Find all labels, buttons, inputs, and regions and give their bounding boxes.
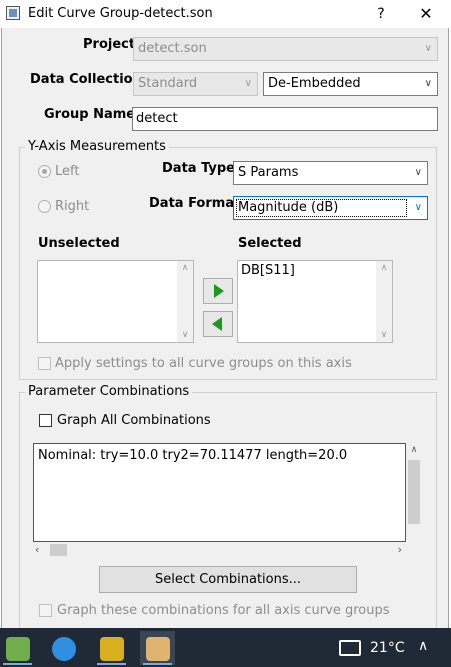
unselected-label: Unselected	[38, 236, 120, 251]
apply-all-label: Apply settings to all curve groups on th…	[55, 356, 352, 371]
selected-list[interactable]: DB[S11] ∧ ∨	[237, 260, 393, 343]
chevron-down-icon: ∨	[424, 78, 432, 89]
weather-icon[interactable]	[339, 640, 361, 656]
left-radio	[38, 165, 51, 178]
running-indicator	[143, 663, 172, 665]
list-item[interactable]: Nominal: try=10.0 try2=70.11477 length=2…	[38, 448, 347, 463]
data-format-select[interactable]: Magnitude (dB) ∨	[233, 196, 428, 220]
remove-from-selected-button[interactable]	[203, 311, 233, 337]
right-radio-label: Right	[55, 199, 90, 214]
data-format-value: Magnitude (dB)	[238, 200, 339, 215]
combinations-vscroll[interactable]: ∧	[406, 443, 422, 542]
data-type-select[interactable]: S Params ∨	[233, 161, 428, 185]
scroll-thumb[interactable]	[408, 460, 420, 524]
project-value: detect.son	[138, 41, 207, 56]
data-type-value: S Params	[238, 165, 299, 180]
taskbar-app-em[interactable]	[94, 631, 129, 665]
selected-label: Selected	[238, 236, 302, 251]
scroll-down-icon[interactable]: ∨	[177, 330, 193, 340]
chevron-up-icon[interactable]: ∧	[418, 638, 428, 654]
graph-these-checkbox	[39, 604, 52, 617]
em-app-icon	[100, 637, 124, 661]
parameter-group-title: Parameter Combinations	[25, 384, 193, 399]
sonnet-app-icon	[146, 637, 170, 661]
scroll-right-icon[interactable]: ›	[398, 543, 402, 556]
combinations-hscroll[interactable]: ‹ ›	[33, 542, 406, 558]
scroll-down-icon[interactable]: ∨	[376, 330, 392, 340]
arrow-left-icon	[212, 317, 222, 331]
graph-all-checkbox[interactable]	[39, 414, 52, 427]
taskbar-app-notepad[interactable]	[0, 631, 35, 665]
chevron-down-icon: ∨	[414, 202, 422, 213]
left-radio-label: Left	[55, 164, 80, 179]
arrow-right-icon	[214, 284, 224, 298]
unselected-list[interactable]: ∧ ∨	[37, 260, 194, 343]
y-axis-group-title: Y-Axis Measurements	[25, 139, 169, 154]
scroll-up-icon[interactable]: ∧	[406, 445, 422, 455]
embedding-value: De-Embedded	[268, 76, 361, 91]
list-item[interactable]: DB[S11]	[241, 263, 295, 278]
data-collection-label: Data Collection	[30, 72, 142, 87]
chevron-down-icon: ∨	[424, 43, 432, 54]
graph-these-label: Graph these combinations for all axis cu…	[57, 603, 390, 618]
embedding-select[interactable]: De-Embedded ∨	[263, 72, 438, 96]
data-format-label: Data Format	[149, 196, 241, 211]
graph-all-label: Graph All Combinations	[57, 413, 211, 428]
scroll-left-icon[interactable]: ‹	[35, 543, 39, 556]
scroll-up-icon[interactable]: ∧	[177, 263, 193, 273]
taskbar-app-browser[interactable]	[46, 631, 81, 665]
notepad-plus-icon	[6, 637, 30, 661]
temperature-text[interactable]: 21°C	[370, 640, 405, 656]
unselected-scrollbar[interactable]: ∧ ∨	[177, 261, 193, 342]
running-indicator	[3, 663, 32, 665]
help-button[interactable]: ?	[370, 3, 392, 25]
data-collection-value: Standard	[138, 76, 198, 91]
add-to-selected-button[interactable]	[203, 278, 233, 304]
group-name-input[interactable]: detect	[132, 107, 438, 131]
apply-all-checkbox	[38, 357, 51, 370]
scroll-thumb[interactable]	[50, 544, 67, 556]
scroll-up-icon[interactable]: ∧	[376, 263, 392, 273]
project-select: detect.son ∨	[133, 37, 438, 61]
app-icon	[6, 6, 20, 20]
taskbar-app-sonnet[interactable]	[140, 631, 175, 665]
close-button[interactable]: ✕	[413, 3, 439, 25]
chevron-down-icon: ∨	[414, 167, 422, 178]
window-title: Edit Curve Group-detect.son	[28, 6, 213, 21]
browser-bird-icon	[52, 637, 76, 661]
right-radio	[38, 200, 51, 213]
select-combinations-button[interactable]: Select Combinations...	[99, 566, 357, 593]
selected-scrollbar[interactable]: ∧ ∨	[376, 261, 392, 342]
running-indicator	[97, 663, 126, 665]
chevron-down-icon: ∨	[244, 78, 252, 89]
project-label: Project	[83, 37, 136, 52]
data-type-label: Data Type	[162, 161, 235, 176]
data-collection-select: Standard ∨	[133, 72, 258, 96]
group-name-label: Group Name	[44, 107, 136, 122]
title-bar: Edit Curve Group-detect.son ? ✕	[0, 0, 451, 28]
combinations-list[interactable]: Nominal: try=10.0 try2=70.11477 length=2…	[33, 443, 406, 542]
